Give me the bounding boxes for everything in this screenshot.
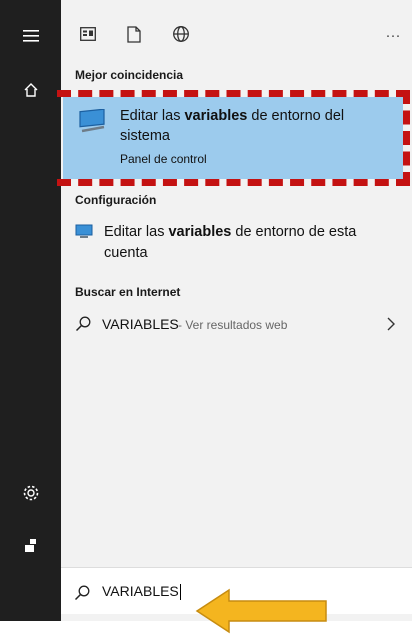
chevron-right-icon[interactable] <box>387 317 395 336</box>
best-match-title-bold: variables <box>184 108 248 124</box>
user-icon[interactable] <box>0 528 61 562</box>
search-panel: ··· Mejor coincidencia Editar las variab… <box>57 0 412 621</box>
menu-icon[interactable] <box>0 19 61 53</box>
monitor-small-icon <box>75 224 93 244</box>
left-rail <box>0 0 61 621</box>
more-options-button[interactable]: ··· <box>375 17 411 53</box>
best-match-subtitle: Panel de control <box>120 152 207 166</box>
best-match-title: Editar las variables de entorno del sist… <box>120 106 390 146</box>
best-match-item[interactable]: Editar las variables de entorno del sist… <box>63 97 403 179</box>
home-icon[interactable] <box>0 73 61 107</box>
apps-icon[interactable] <box>70 16 106 52</box>
search-icon <box>75 316 91 337</box>
settings-result-label: Editar las variables de entorno de esta … <box>104 222 399 264</box>
search-input-value: VARIABLES <box>102 583 179 599</box>
settings-result-item[interactable]: Editar las variables de entorno de esta … <box>61 218 412 268</box>
settings-icon[interactable] <box>0 476 61 510</box>
settings-result-prefix: Editar las <box>104 224 169 240</box>
settings-heading: Configuración <box>75 193 157 207</box>
text-caret <box>179 584 181 601</box>
internet-heading: Buscar en Internet <box>75 285 181 299</box>
web-result-query: VARIABLES <box>102 316 179 332</box>
annotation-arrow <box>195 588 327 634</box>
best-match-title-prefix: Editar las <box>120 108 185 124</box>
search-bar-icon <box>74 585 90 606</box>
document-icon[interactable] <box>116 16 152 52</box>
web-result-suffix: - Ver resultados web <box>178 318 288 332</box>
settings-result-bold: variables <box>168 224 232 240</box>
web-result-item[interactable]: VARIABLES - Ver resultados web <box>61 310 412 340</box>
web-icon[interactable] <box>163 16 199 52</box>
monitor-icon <box>77 108 107 138</box>
search-input[interactable]: VARIABLES <box>102 583 181 601</box>
best-match-heading: Mejor coincidencia <box>75 68 184 82</box>
